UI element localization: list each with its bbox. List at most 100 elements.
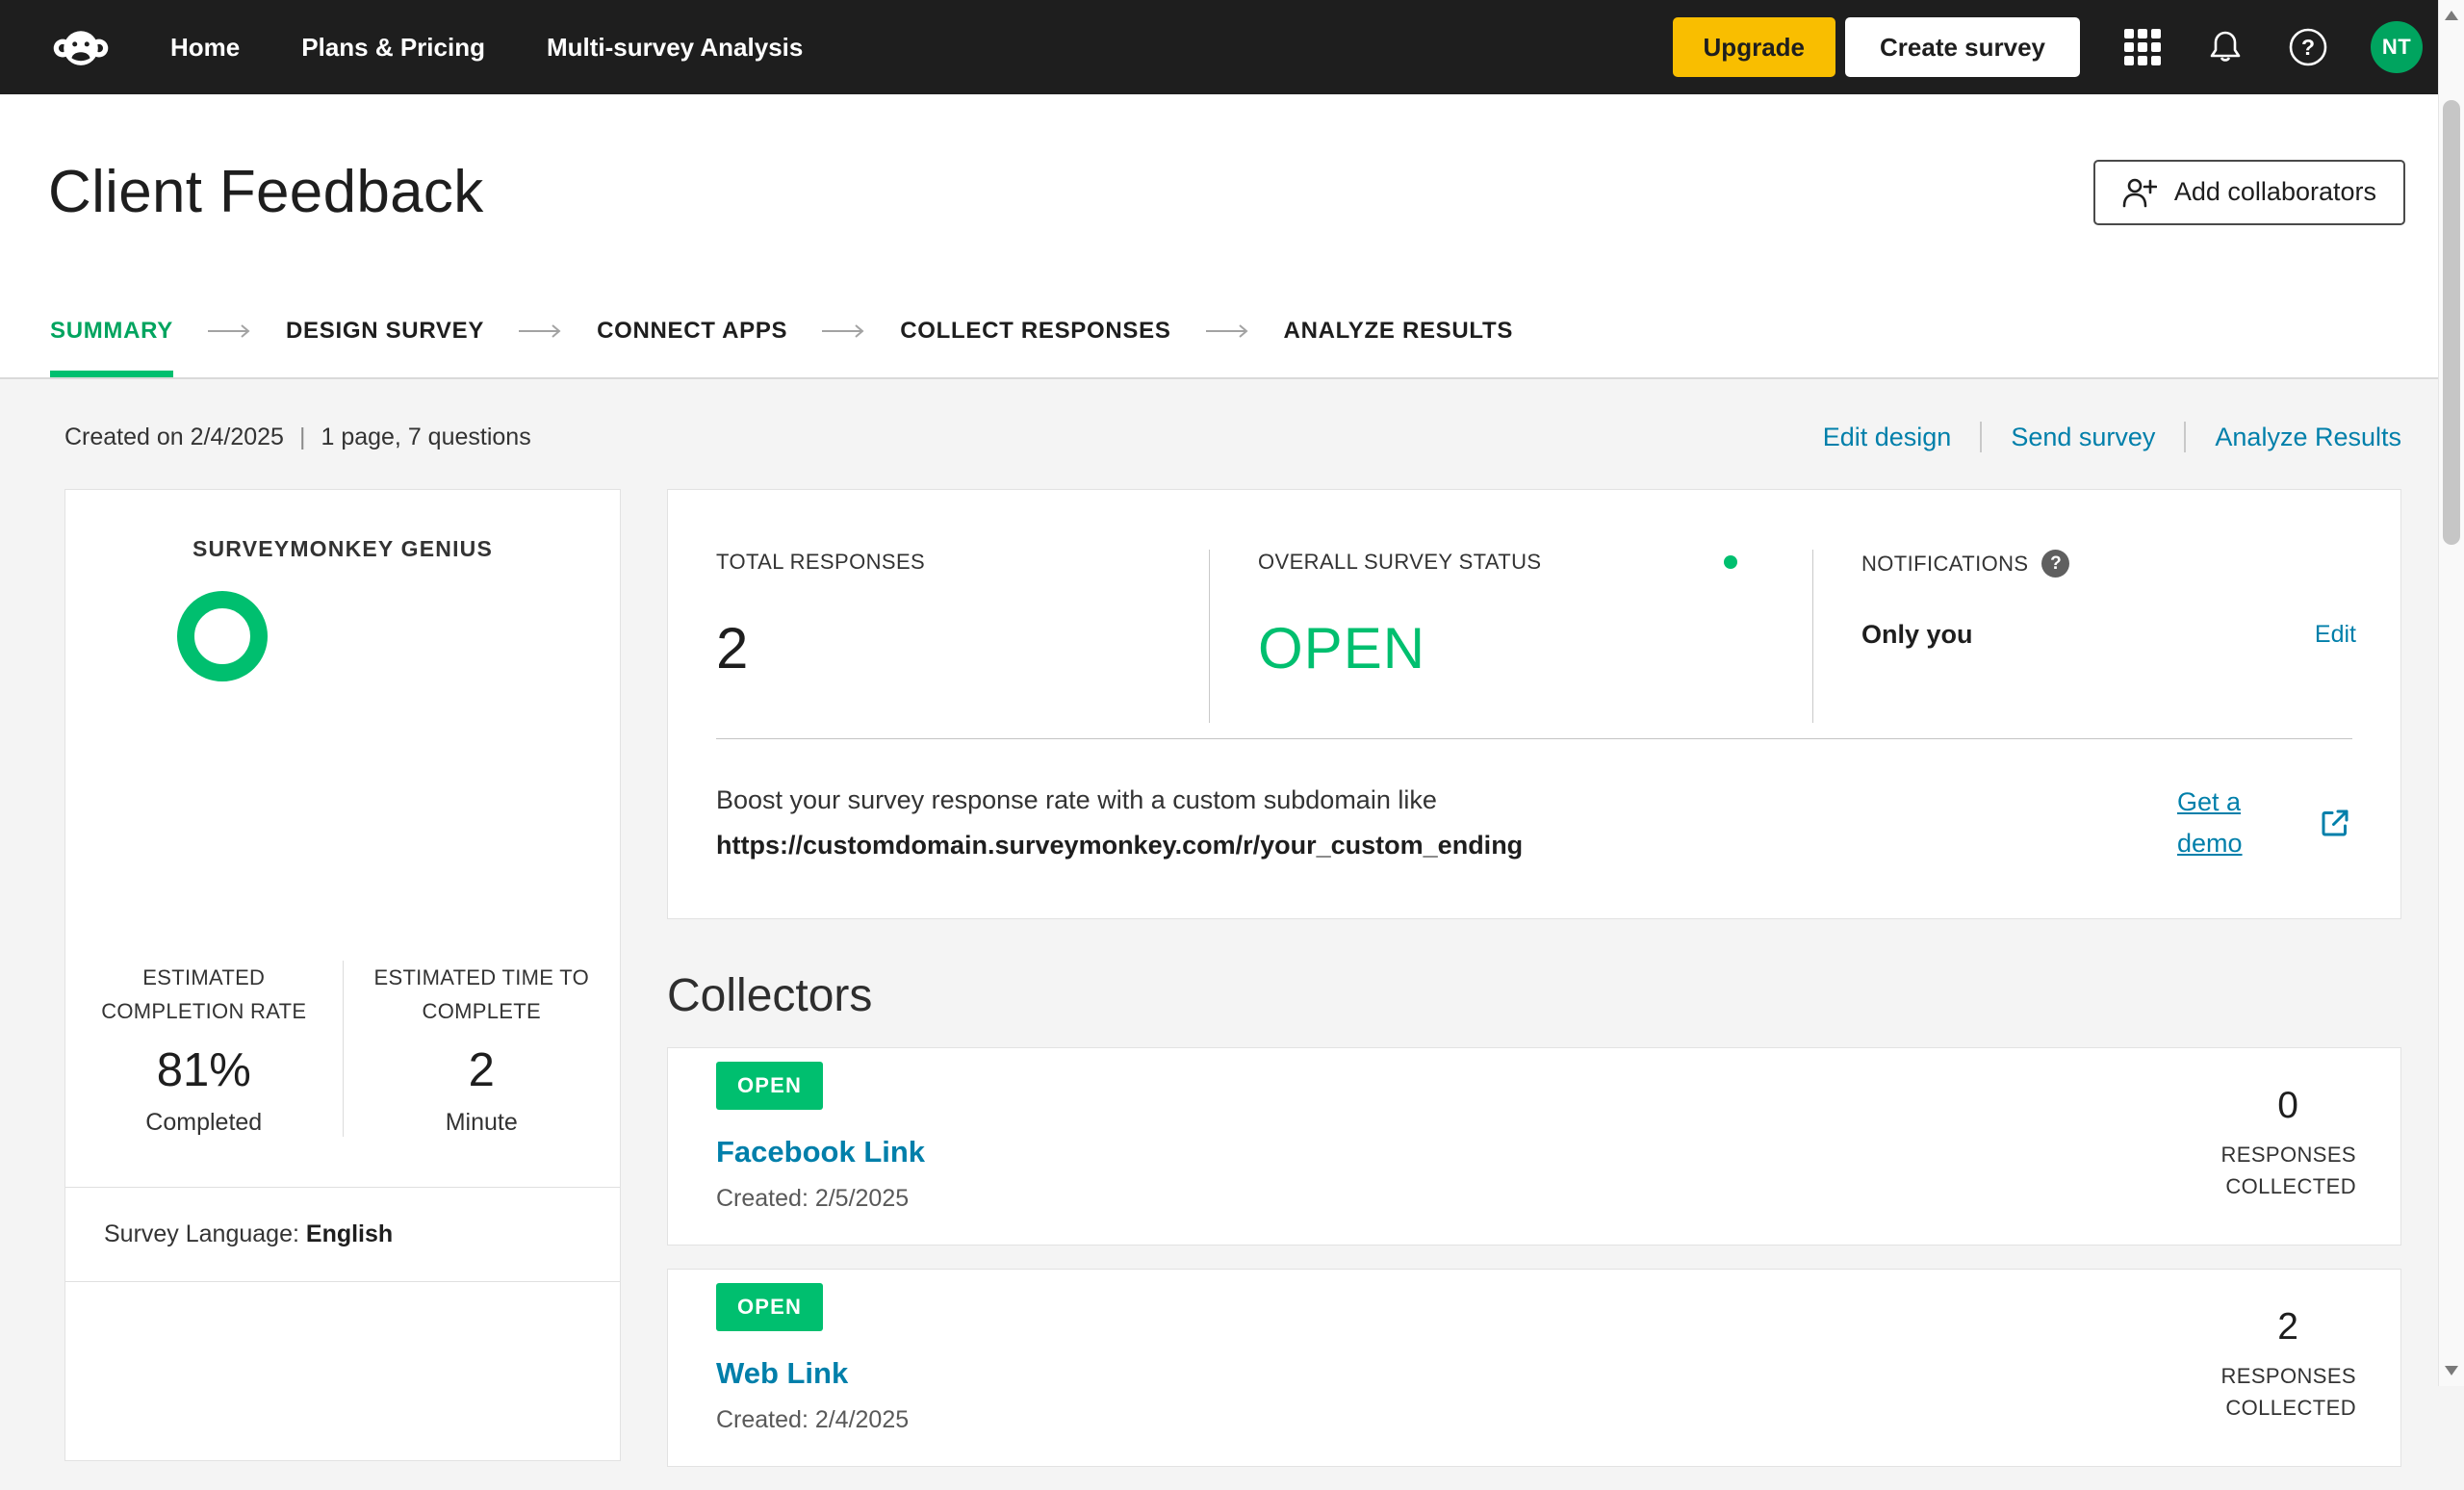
external-link-icon[interactable] [2318,806,2352,840]
nav-item-home[interactable]: Home [170,33,240,63]
time-to-complete-stat: ESTIMATED TIME TO COMPLETE 2 Minute [342,961,621,1138]
total-responses-label: TOTAL RESPONSES [716,550,926,574]
created-date: Created on 2/4/2025 [64,423,284,450]
survey-status-label: OVERALL SURVEY STATUS [1258,550,1542,574]
tab-summary[interactable]: SUMMARY [50,284,174,377]
completion-rate-label: ESTIMATED COMPLETION RATE [101,965,307,1024]
status-open-dot-icon [1724,555,1737,569]
workflow-tabs: SUMMARY DESIGN SURVEY CONNECT APPS COLLE… [0,284,2438,379]
tab-analyze-results[interactable]: ANALYZE RESULTS [1284,284,1514,377]
scroll-down-arrow-icon[interactable] [2445,1366,2458,1375]
completion-rate-caption: Completed [145,1109,263,1137]
responses-label: RESPONSES COLLECTED [2220,1143,2356,1199]
page: Home Plans & Pricing Multi-survey Analys… [0,0,2438,1468]
time-to-complete-label: ESTIMATED TIME TO COMPLETE [373,965,589,1024]
scrollbar-thumb[interactable] [2443,100,2460,545]
collectors-heading: Collectors [667,970,873,1022]
collector-responses: 0 RESPONSES COLLECTED [2191,1062,2356,1214]
survey-title: Client Feedback [48,159,484,225]
scroll-up-arrow-icon[interactable] [2445,11,2458,20]
nav-right: Upgrade Create survey ? NT [1672,17,2423,77]
notifications-bell-icon[interactable] [2205,27,2246,67]
action-divider [2184,422,2187,452]
status-columns: TOTAL RESPONSES 2 OVERALL SURVEY STATUS … [668,490,2400,723]
responses-count: 0 [2277,1085,2298,1127]
meta-row: Created on 2/4/2025 | 1 page, 7 question… [0,379,2438,489]
send-survey-link[interactable]: Send survey [2011,423,2155,452]
svg-text:?: ? [2301,35,2315,60]
user-avatar[interactable]: NT [2371,21,2423,73]
help-circle-icon[interactable]: ? [2041,550,2070,578]
notifications-label: NOTIFICATIONS [1861,551,2029,576]
promo-url: https://customdomain.surveymonkey.com/r/… [716,831,1524,861]
survey-status-column: OVERALL SURVEY STATUS OPEN [1209,550,1812,723]
custom-subdomain-promo: Boost your survey response rate with a c… [668,739,2400,918]
collector-name-link[interactable]: Facebook Link [716,1135,925,1169]
apps-grid-icon[interactable] [2122,27,2163,67]
edit-notifications-link[interactable]: Edit [2315,621,2356,649]
nav-links: Home Plans & Pricing Multi-survey Analys… [170,33,803,63]
genius-title: SURVEYMONKEY GENIUS [192,536,494,561]
upgrade-button[interactable]: Upgrade [1672,17,1835,77]
collector-created-date: Created: 2/5/2025 [716,1185,910,1213]
promo-line1: Boost your survey response rate with a c… [716,785,1437,815]
add-collaborators-label: Add collaborators [2173,177,2376,206]
content-area: SURVEYMONKEY GENIUS ESTIMATED COMPLETION… [0,489,2438,1490]
tab-design-survey[interactable]: DESIGN SURVEY [286,284,484,377]
survey-meta: Created on 2/4/2025 | 1 page, 7 question… [64,424,531,451]
surveymonkey-genius-card: SURVEYMONKEY GENIUS ESTIMATED COMPLETION… [64,489,621,1461]
surveymonkey-logo-icon[interactable] [53,26,109,68]
total-responses-column: TOTAL RESPONSES 2 [668,550,1209,723]
nav-item-multi-survey-analysis[interactable]: Multi-survey Analysis [547,33,803,63]
tab-arrow-icon [208,284,251,377]
tab-arrow-icon [1205,284,1249,377]
time-to-complete-caption: Minute [445,1109,518,1137]
collector-status-badge: OPEN [716,1062,824,1111]
nav-buttons: Upgrade Create survey [1672,17,2080,77]
help-icon[interactable]: ? [2288,27,2328,67]
vertical-scrollbar[interactable] [2438,0,2464,1386]
add-collaborators-button[interactable]: Add collaborators [2092,159,2405,225]
genius-score-ring [177,591,268,681]
get-a-demo-link[interactable]: Get a demo [2177,782,2262,864]
collector-status-badge: OPEN [716,1283,824,1332]
completion-rate-value: 81% [156,1044,251,1097]
responses-count: 2 [2277,1306,2298,1349]
add-collaborator-icon [2122,177,2157,208]
genius-stats: ESTIMATED COMPLETION RATE 81% Completed … [65,961,621,1138]
collector-row: OPEN Web Link Created: 2/4/2025 2 RESPON… [667,1269,2401,1468]
meta-separator: | [298,423,306,450]
tab-collect-responses[interactable]: COLLECT RESPONSES [900,284,1170,377]
right-column: TOTAL RESPONSES 2 OVERALL SURVEY STATUS … [667,489,2401,1490]
notifications-value: Only you [1861,620,1973,649]
tab-arrow-icon [519,284,562,377]
promo-text: Boost your survey response rate with a c… [716,785,1523,861]
nav-item-plans-pricing[interactable]: Plans & Pricing [301,33,485,63]
collector-info: OPEN Web Link Created: 2/4/2025 [716,1283,909,1435]
survey-language-label: Survey Language: [104,1220,299,1248]
survey-language-value: English [305,1220,394,1248]
create-survey-button[interactable]: Create survey [1845,17,2080,77]
survey-actions: Edit design Send survey Analyze Results [1823,422,2401,452]
survey-status-card: TOTAL RESPONSES 2 OVERALL SURVEY STATUS … [667,489,2401,920]
tab-arrow-icon [822,284,865,377]
action-divider [1980,422,1983,452]
collector-created-date: Created: 2/4/2025 [716,1406,910,1434]
responses-label: RESPONSES COLLECTED [2220,1364,2356,1421]
edit-design-link[interactable]: Edit design [1823,423,1952,452]
top-nav: Home Plans & Pricing Multi-survey Analys… [0,0,2438,94]
completion-rate-stat: ESTIMATED COMPLETION RATE 81% Completed [65,961,343,1137]
analyze-results-link[interactable]: Analyze Results [2215,423,2401,452]
collector-row: OPEN Facebook Link Created: 2/5/2025 0 R… [667,1047,2401,1246]
survey-language-row: Survey Language: English [65,1188,620,1283]
notifications-column: NOTIFICATIONS ? Only you Edit [1812,550,2400,723]
pages-questions-count: 1 page, 7 questions [321,423,531,450]
collector-responses: 2 RESPONSES COLLECTED [2191,1283,2356,1435]
page-header: Client Feedback Add collaborators [0,94,2438,284]
survey-status-value: OPEN [1258,616,1426,681]
total-responses-value: 2 [716,616,749,681]
time-to-complete-value: 2 [468,1044,495,1097]
promo-actions: Get a demo [2177,782,2352,864]
tab-connect-apps[interactable]: CONNECT APPS [597,284,787,377]
collector-info: OPEN Facebook Link Created: 2/5/2025 [716,1062,925,1214]
